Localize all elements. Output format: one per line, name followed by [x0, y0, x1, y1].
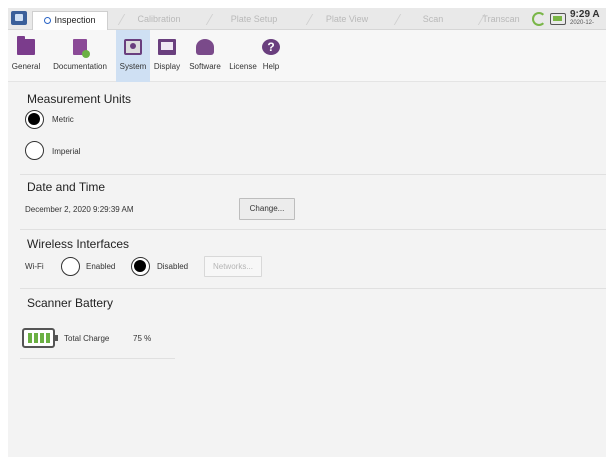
toolbar-documentation[interactable]: Documentation [46, 30, 114, 82]
total-charge-label: Total Charge [64, 334, 110, 343]
metric-label: Metric [52, 115, 74, 124]
section-divider [20, 288, 606, 289]
tab-separator [192, 14, 214, 25]
system-settings-panel: Measurement Units Metric Imperial Date a… [8, 83, 606, 457]
toolbar-help[interactable]: ? Help [258, 30, 284, 82]
document-icon [73, 39, 90, 58]
imperial-label: Imperial [52, 147, 81, 156]
status-area: 9:29 A 2020-12- [524, 8, 606, 30]
wifi-disabled-radio[interactable] [131, 257, 150, 276]
date-time-title: Date and Time [27, 180, 106, 194]
tab-bar: Inspection Calibration Plate Setup Plate… [8, 8, 606, 30]
toolbar-label: Display [153, 62, 181, 71]
tab-label: Plate View [325, 14, 369, 24]
toolbar-general[interactable]: General [8, 30, 44, 82]
folder-icon [17, 36, 35, 55]
section-divider [20, 358, 175, 359]
tab-status-icon [44, 17, 52, 24]
scanner-battery-title: Scanner Battery [27, 296, 114, 310]
networks-button[interactable]: Networks... [204, 256, 262, 277]
tab-plate-setup[interactable]: Plate Setup [214, 11, 294, 28]
date-time-value: December 2, 2020 9:29:39 AM [25, 205, 134, 214]
section-divider [20, 174, 606, 175]
tab-label: Scan [422, 14, 444, 24]
toolbar-label: System [119, 62, 147, 71]
app-window: Inspection Calibration Plate Setup Plate… [8, 8, 606, 457]
section-divider [20, 229, 606, 230]
software-icon [196, 39, 214, 55]
wireless-interfaces-title: Wireless Interfaces [27, 237, 130, 251]
toolbar-license[interactable]: License [226, 30, 260, 82]
battery-level-bar [40, 333, 44, 343]
toolbar-system[interactable]: System [116, 30, 150, 82]
wifi-label: Wi-Fi [25, 262, 44, 271]
wifi-disabled-label: Disabled [157, 262, 189, 271]
display-icon [158, 39, 176, 55]
tab-label: Inspection [54, 15, 96, 25]
tab-separator [292, 14, 314, 25]
toolbar-software[interactable]: Software [184, 30, 226, 82]
clock-date: 2020-12- [570, 20, 595, 26]
imperial-radio[interactable] [25, 141, 44, 160]
toolbar-label: General [11, 62, 41, 71]
scanner-battery-icon [22, 328, 58, 348]
system-icon [124, 39, 142, 55]
metric-radio[interactable] [25, 110, 44, 129]
toolbar-label: Documentation [53, 62, 107, 71]
tab-label: Transcan [482, 14, 520, 24]
app-logo-icon [11, 11, 27, 25]
change-date-button[interactable]: Change... [239, 198, 295, 220]
measurement-units-title: Measurement Units [27, 92, 132, 106]
toolbar-display[interactable]: Display [150, 30, 184, 82]
toolbar-label: License [229, 62, 257, 71]
tab-label: Calibration [137, 14, 181, 24]
connection-icon [532, 12, 546, 26]
toolbar-label: Help [262, 62, 280, 71]
wifi-enabled-label: Enabled [86, 262, 116, 271]
help-icon: ? [262, 39, 280, 55]
tab-calibration[interactable]: Calibration [124, 11, 194, 28]
tab-scan[interactable]: Scan [398, 11, 468, 28]
tab-plate-view[interactable]: Plate View [312, 11, 382, 28]
tab-inspection[interactable]: Inspection [32, 11, 108, 30]
battery-level-bar [46, 333, 50, 343]
wifi-enabled-radio[interactable] [61, 257, 80, 276]
tab-transcan[interactable]: Transcan [474, 11, 528, 28]
battery-icon [550, 13, 566, 25]
total-charge-value: 75 % [133, 334, 152, 343]
clock-time: 9:29 A [570, 9, 600, 20]
settings-toolbar: General Documentation System Display Sof… [8, 30, 606, 82]
tab-label: Plate Setup [230, 14, 278, 24]
battery-level-bar [28, 333, 32, 343]
toolbar-label: Software [189, 62, 221, 71]
battery-level-bar [34, 333, 38, 343]
